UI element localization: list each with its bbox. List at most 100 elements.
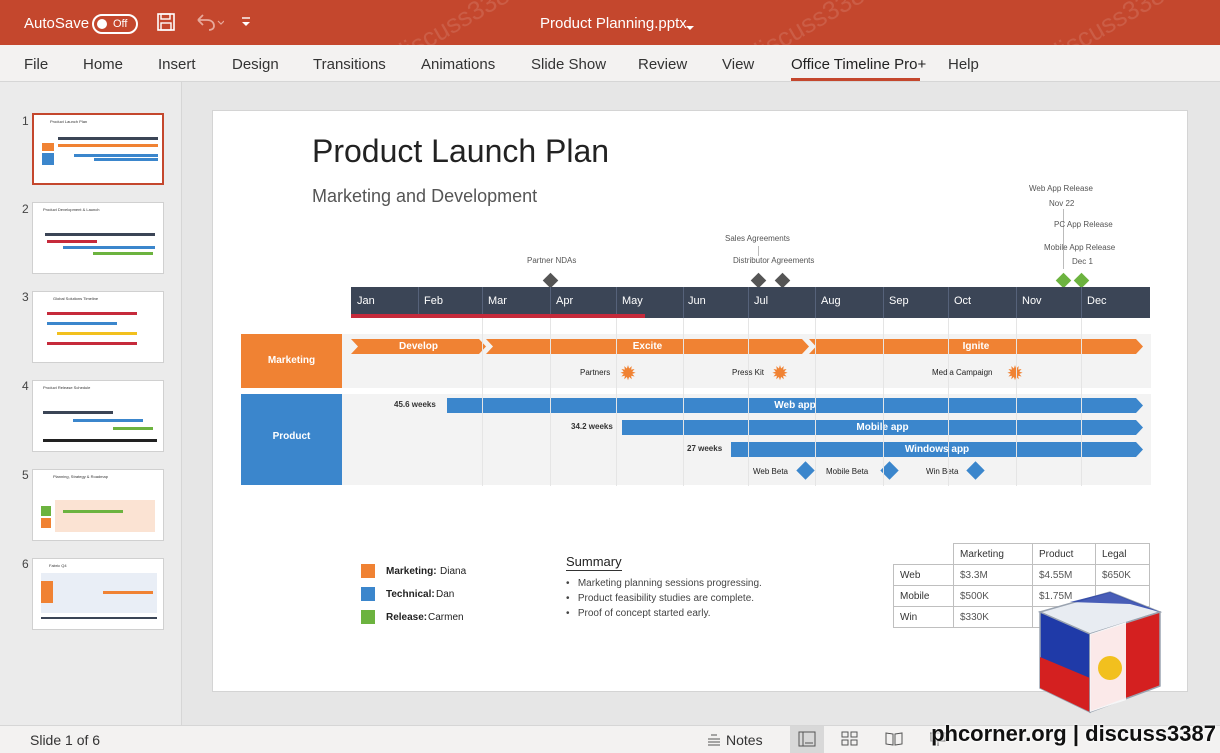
thumb-bar [74,154,158,157]
slide-thumbnail-5[interactable]: Planning, Strategy & Roadmap [32,469,164,541]
tab-slide-show[interactable]: Slide Show [531,56,606,73]
thumb-bar [57,332,137,335]
legend-value: Carmen [428,612,464,623]
milestone-date: Nov 22 [1049,199,1075,208]
duration-label: 27 weeks [687,444,723,453]
thumb-title: Product Release Schedule [43,385,91,390]
chevron-down-icon[interactable] [685,19,695,37]
thumb-bar [41,617,157,619]
slide-thumbnail-6[interactable]: Fabric Q4 [32,558,164,630]
autosave-toggle[interactable]: Off [92,14,138,34]
month-label: Jul [754,295,769,307]
milestone-diamond[interactable] [774,272,791,289]
customize-icon[interactable] [240,14,252,35]
month-label: May [622,295,643,307]
slide-thumbnail-2[interactable]: Product Development & Launch [32,202,164,274]
tab-transitions[interactable]: Transitions [313,56,386,73]
elapsed-time-bar [351,314,645,318]
task-web-app[interactable]: Web app [447,398,1143,413]
slide-title[interactable]: Product Launch Plan [312,133,609,170]
reading-view-icon[interactable] [885,731,903,747]
month-divider [1081,287,1082,318]
slide-sorter-icon[interactable] [841,731,859,747]
thumb-bar [113,427,153,430]
swimlane-label[interactable]: Product [241,394,342,485]
legend-value: Dan [436,589,455,600]
tab-review[interactable]: Review [638,56,687,73]
thumb-bar [45,233,155,236]
slide-thumbnail-panel[interactable]: 1 Product Launch Plan 2 Product Developm… [0,82,182,725]
thumb-title: Fabric Q4 [49,563,67,568]
tab-insert[interactable]: Insert [158,56,196,73]
milestone-diamond[interactable] [542,272,559,289]
tab-file[interactable]: File [24,56,48,73]
milestone-diamond[interactable] [1073,272,1090,289]
task-excite[interactable]: Excite [486,339,809,354]
undo-icon[interactable] [194,12,225,37]
thumb-bar [58,144,158,147]
notes-button[interactable]: Notes [726,732,763,748]
row-label: Win [893,606,954,628]
thumb-bar [47,322,117,325]
toggle-knob [97,19,107,29]
thumb-bar [42,153,54,165]
month-divider [815,287,816,318]
thumb-bar [63,246,155,249]
save-icon[interactable] [156,12,176,37]
thumb-bar [47,240,97,243]
star-milestone-icon[interactable]: ✹ [771,364,789,384]
document-title[interactable]: Product Planning.pptx [540,15,687,32]
thumb-bar [42,143,54,151]
tab-office-timeline-pro[interactable]: Office Timeline Pro+ [791,56,926,73]
thumb-bar [55,500,155,532]
tab-animations[interactable]: Animations [421,56,495,73]
table-cell: $3.3M [953,564,1033,586]
month-gridline [616,318,617,486]
month-gridline [883,318,884,486]
month-label: Feb [424,295,443,307]
table-header: Product [1032,543,1096,565]
slide-thumbnail-1[interactable]: Product Launch Plan [32,113,164,185]
slide-subtitle[interactable]: Marketing and Development [312,186,537,207]
ribbon-tabs: File Home Insert Design Transitions Anim… [0,45,1220,82]
thumb-number: 4 [22,379,29,393]
legend-swatch [361,610,375,624]
month-gridline [482,318,483,486]
task-ignite[interactable]: Ignite [809,339,1143,354]
thumb-bar [47,342,137,345]
star-milestone-icon[interactable]: ✹ [619,364,637,384]
status-bar: Slide 1 of 6 Notes phcorner.org | discus… [0,721,1220,753]
milestone-diamond[interactable] [750,272,767,289]
milestone-label: Mobile App Release [1044,243,1116,252]
month-label: Sep [889,295,909,307]
month-gridline [748,318,749,486]
slide-thumbnail-4[interactable]: Product Release Schedule [32,380,164,452]
table-header: Legal [1095,543,1150,565]
legend-swatch [361,564,375,578]
slide-thumbnail-3[interactable]: Global Solutions Timeline [32,291,164,363]
legend-key: Technical: [386,589,435,600]
normal-view-icon[interactable] [798,731,816,747]
milestone-label: Partners [580,368,611,377]
notes-icon[interactable] [707,733,721,749]
month-divider [1016,287,1017,318]
thumb-title: Product Launch Plan [50,119,88,124]
task-develop[interactable]: Develop [351,339,486,354]
tab-home[interactable]: Home [83,56,123,73]
milestone-diamond[interactable] [1055,272,1072,289]
legend-value: Diana [440,566,467,577]
active-tab-indicator [791,78,920,81]
star-milestone-icon[interactable]: ✹ [1006,364,1024,384]
thumb-number: 6 [22,557,29,571]
month-gridline [948,318,949,486]
thumb-title: Product Development & Launch [43,207,100,212]
tab-help[interactable]: Help [948,56,979,73]
tab-design[interactable]: Design [232,56,279,73]
thumb-bar [43,439,157,442]
month-label: Jan [357,295,375,307]
summary-item: • Proof of concept started early. [566,608,711,619]
tab-view[interactable]: View [722,56,754,73]
milestone-label: PC App Release [1054,220,1113,229]
swimlane-label[interactable]: Marketing [241,334,342,388]
summary-item: • Marketing planning sessions progressin… [566,578,762,589]
